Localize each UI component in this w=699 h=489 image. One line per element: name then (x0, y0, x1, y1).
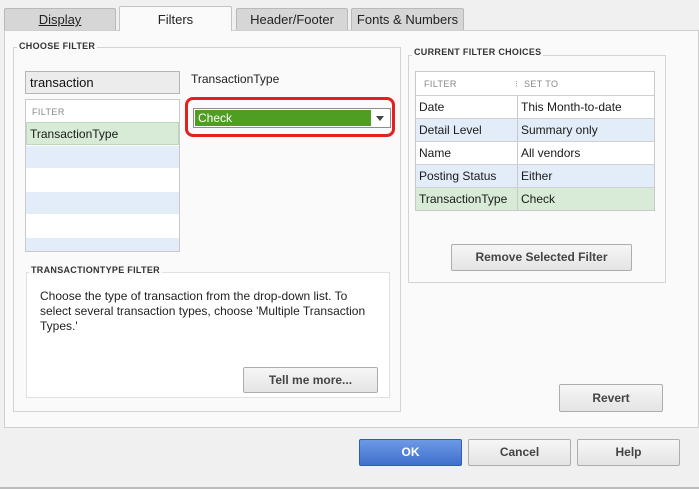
current-filter-table: FILTER ⁝ SET TO Date This Month-to-date … (415, 71, 655, 211)
col-divider-grip: ⁝ (515, 79, 519, 89)
list-item-empty (26, 145, 179, 168)
col-set-to-header: SET TO (524, 79, 559, 89)
list-item-empty (26, 214, 179, 237)
remove-selected-filter-button[interactable]: Remove Selected Filter (451, 244, 632, 271)
table-row[interactable]: TransactionType Check (416, 187, 654, 211)
tab-header-footer[interactable]: Header/Footer (236, 8, 348, 30)
table-row[interactable]: Detail Level Summary only (416, 118, 654, 142)
tell-me-more-button[interactable]: Tell me more... (243, 367, 378, 393)
filter-description-title: TRANSACTIONTYPE FILTER (29, 265, 162, 275)
revert-button[interactable]: Revert (559, 384, 663, 412)
filter-list[interactable]: FILTER TransactionType (25, 99, 180, 252)
tab-filters[interactable]: Filters (119, 6, 232, 31)
cell-divider (517, 119, 518, 142)
table-row[interactable]: Date This Month-to-date (416, 95, 654, 119)
filter-description-text: Choose the type of transaction from the … (40, 289, 366, 333)
col-filter-header: FILTER (424, 79, 457, 89)
list-item-empty (26, 237, 179, 251)
list-item-empty (26, 191, 179, 214)
cell-divider (517, 188, 518, 211)
tab-fonts-numbers[interactable]: Fonts & Numbers (351, 8, 464, 30)
transaction-type-selected-value: Check (195, 110, 371, 126)
table-row[interactable]: Posting Status Either (416, 164, 654, 188)
transaction-type-label: TransactionType (191, 72, 280, 86)
help-button[interactable]: Help (577, 439, 680, 466)
filter-list-header: FILTER (26, 100, 179, 122)
cell-divider (517, 142, 518, 165)
list-item[interactable]: TransactionType (26, 122, 179, 145)
filter-search-input[interactable] (25, 71, 180, 94)
tab-strip: Display Filters Header/Footer Fonts & Nu… (0, 0, 699, 31)
chevron-down-icon[interactable] (376, 116, 384, 121)
transaction-type-select[interactable]: Check (193, 108, 391, 128)
table-row[interactable]: Name All vendors (416, 141, 654, 165)
tab-display[interactable]: Display (4, 8, 116, 30)
current-filter-choices-title: CURRENT FILTER CHOICES (412, 47, 544, 57)
cell-divider (517, 165, 518, 188)
choose-filter-title: CHOOSE FILTER (17, 41, 98, 51)
table-header: FILTER ⁝ SET TO (416, 72, 654, 95)
cancel-button[interactable]: Cancel (468, 439, 571, 466)
ok-button[interactable]: OK (359, 439, 462, 466)
list-item-empty (26, 168, 179, 191)
cell-divider (517, 96, 518, 119)
